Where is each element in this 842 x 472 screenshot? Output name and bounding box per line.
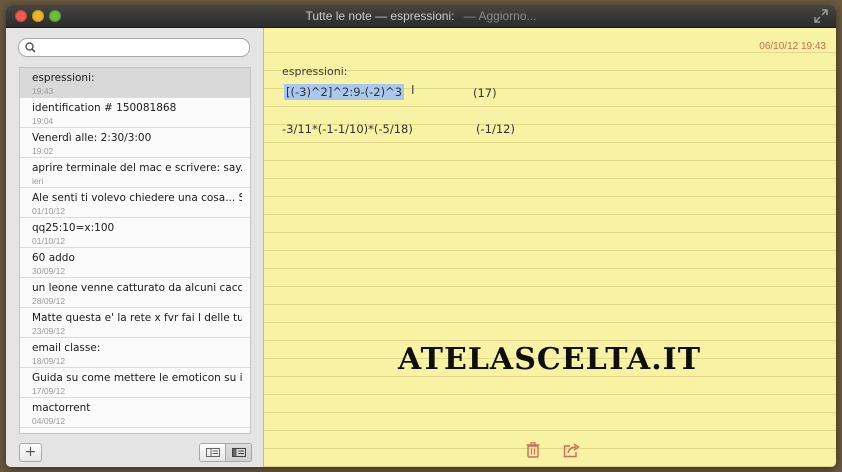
list-item[interactable]: Venerdì alle: 2:30/3:00 19:02 [20, 128, 250, 158]
list-item[interactable]: qq25:10=x:100 01/10/12 [20, 218, 250, 248]
search-input[interactable] [41, 39, 245, 58]
note-title: Venerdì alle: 2:30/3:00 [32, 132, 152, 144]
note-title: Ale senti ti volevo chiedere una cosa...… [32, 192, 242, 204]
note-line-1-result[interactable]: (17) [473, 86, 497, 100]
note-date: 19:04 [32, 116, 54, 126]
note-date: 19:02 [32, 146, 54, 156]
list-item[interactable]: aprire terminale del mac e scrivere: say… [20, 158, 250, 188]
list-item[interactable]: identification # 150081868 19:04 [20, 98, 250, 128]
note-title: aprire terminale del mac e scrivere: say… [32, 162, 242, 174]
note-title: identification # 150081868 [32, 102, 177, 114]
sync-status: — Aggiorno... [463, 9, 537, 23]
note-line-2[interactable]: -3/11*(-1-1/10)*(-5/18) [282, 122, 413, 136]
watermark-text: ATELASCELTA.IT [398, 342, 702, 377]
list-item[interactable]: 60 addo 30/09/12 [20, 248, 250, 278]
selected-expression[interactable]: [(-3)^2]^2:9-(-2)^3 [284, 84, 405, 100]
note-date: 30/09/12 [32, 266, 66, 276]
list-item[interactable]: Matte questa e' la rete x fvr fai l dell… [20, 308, 250, 338]
list-item[interactable]: Ale senti ti volevo chiedere una cosa...… [20, 188, 250, 218]
note-date: 04/09/12 [32, 416, 66, 426]
list-item[interactable]: espressioni: 19:43 [20, 68, 250, 98]
notes-sidebar: espressioni: 19:43 identification # 1500… [6, 28, 264, 467]
note-date: 17/09/12 [32, 386, 66, 396]
note-title: Guida su come mettere le emoticon su iPh… [32, 372, 242, 384]
search-icon [25, 42, 36, 53]
list-item[interactable]: un leone venne catturato da alcuni cacci… [20, 278, 250, 308]
sidebar-view-icon [231, 448, 246, 457]
note-line-1[interactable]: [(-3)^2]^2:9-(-2)^3 [284, 84, 405, 100]
note-date: 19:43 [32, 86, 54, 96]
note-date: 01/10/12 [32, 206, 66, 216]
list-view-icon [205, 448, 220, 457]
window-title: Tutte le note — espressioni: — Aggiorno.… [6, 9, 836, 23]
note-editor[interactable]: 06/10/12 19:43 espressioni: [(-3)^2]^2:9… [264, 28, 836, 467]
note-title: qq25:10=x:100 [32, 222, 115, 234]
note-title: 60 addo [32, 252, 75, 264]
note-title: un leone venne catturato da alcuni cacci… [32, 282, 242, 294]
window-title-text: Tutte le note — espressioni: [305, 9, 455, 23]
note-date: ieri [32, 176, 44, 186]
notes-window: Tutte le note — espressioni: — Aggiorno.… [6, 5, 836, 467]
note-date: 23/09/12 [32, 326, 66, 336]
view-sidebar-button[interactable] [225, 444, 251, 461]
note-title: mactorrent [32, 402, 91, 414]
note-title: email classe: [32, 342, 101, 354]
list-item[interactable]: email classe: 18/09/12 [20, 338, 250, 368]
trash-icon[interactable] [526, 442, 540, 458]
new-note-button[interactable]: + [19, 443, 42, 462]
note-timestamp: 06/10/12 19:43 [759, 41, 826, 52]
sidebar-toolbar: + [6, 438, 263, 467]
text-cursor-icon: I [411, 83, 415, 97]
note-date: 18/09/12 [32, 356, 66, 366]
notes-list: espressioni: 19:43 identification # 1500… [19, 67, 251, 434]
list-item[interactable]: Guida su come mettere le emoticon su iPh… [20, 368, 250, 398]
fullscreen-icon[interactable] [814, 9, 828, 23]
note-line-2-result[interactable]: (-1/12) [476, 122, 515, 136]
note-title: espressioni: [32, 72, 95, 84]
note-date: 01/10/12 [32, 236, 66, 246]
title-bar: Tutte le note — espressioni: — Aggiorno.… [6, 5, 836, 28]
view-list-button[interactable] [200, 444, 225, 461]
view-mode-toggle [199, 443, 252, 462]
note-date: 28/09/12 [32, 296, 66, 306]
share-icon[interactable] [563, 442, 580, 458]
note-heading[interactable]: espressioni: [282, 65, 348, 78]
note-title: Matte questa e' la rete x fvr fai l dell… [32, 312, 242, 324]
list-item[interactable]: mactorrent 04/09/12 [20, 398, 250, 428]
search-field[interactable] [18, 38, 250, 58]
